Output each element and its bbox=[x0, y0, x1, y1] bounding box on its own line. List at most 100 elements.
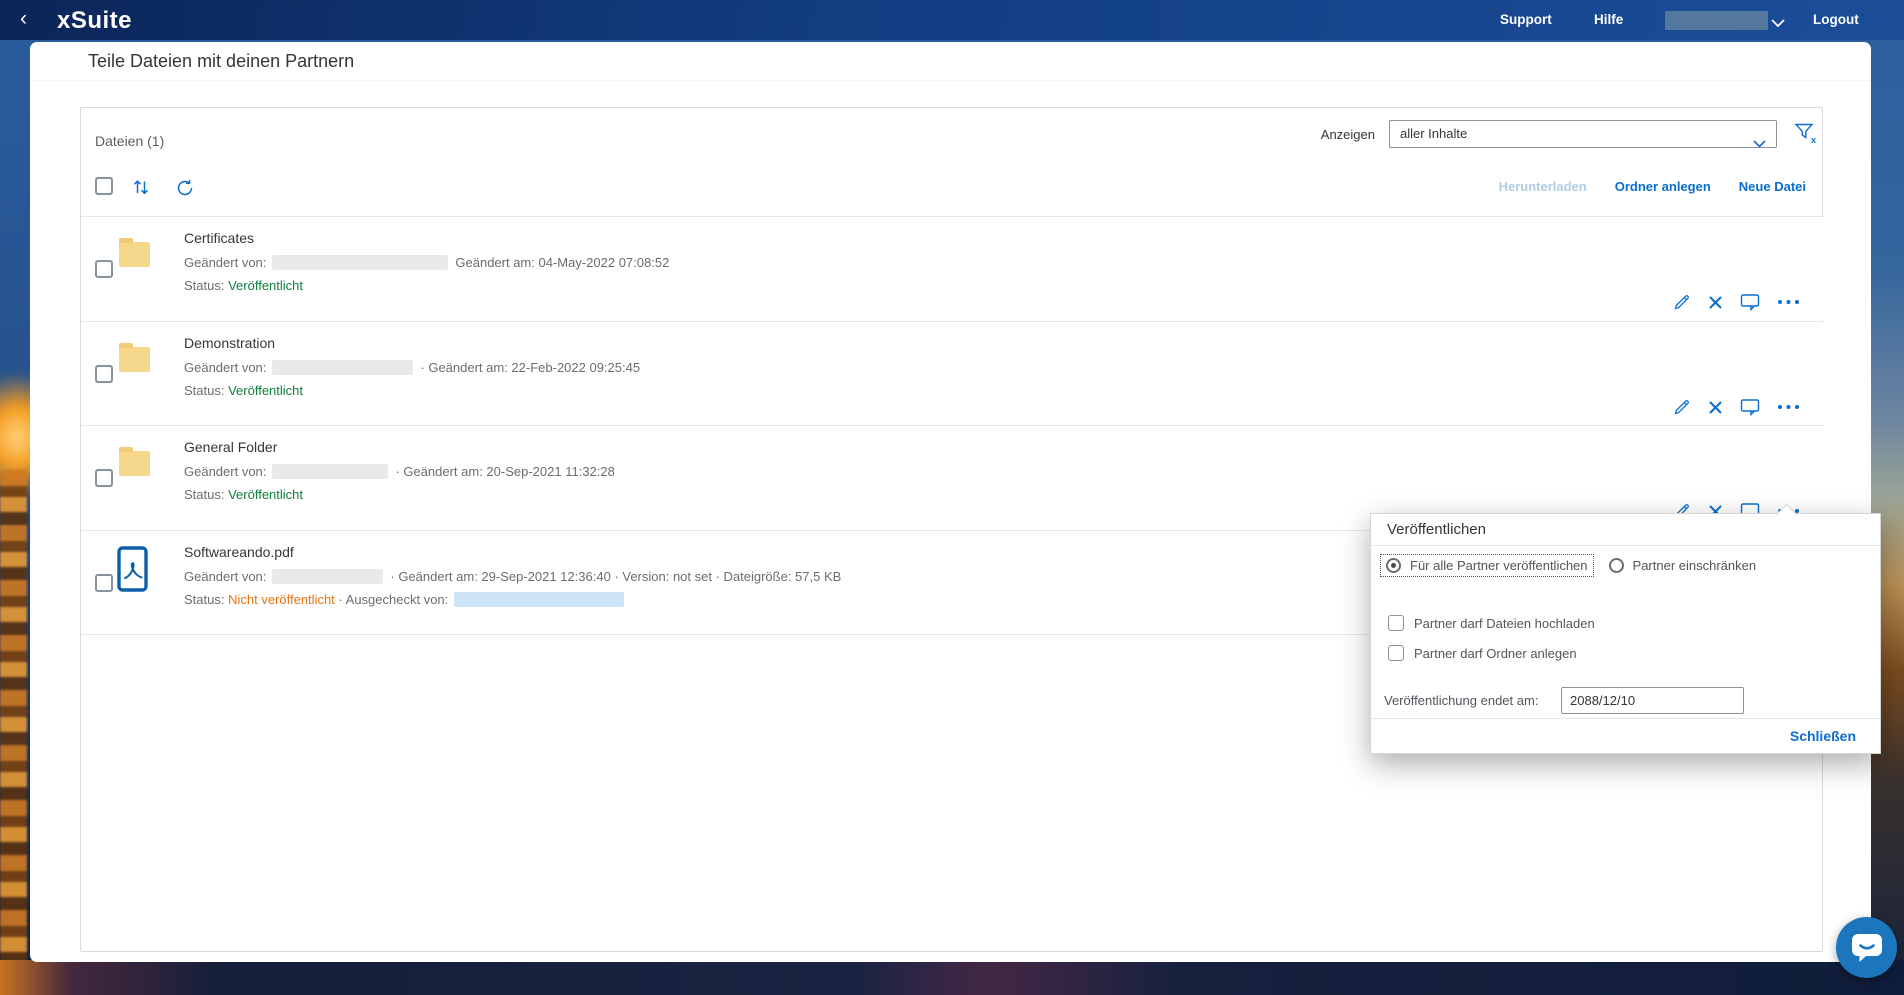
content-filter-value: aller Inhalte bbox=[1400, 126, 1467, 141]
background-bottom-strip bbox=[0, 960, 1904, 995]
modified-date: · Geändert am: 20-Sep-2021 11:32:28 bbox=[395, 464, 614, 479]
table-row[interactable]: Demonstration Geändert von: · Geändert am… bbox=[81, 321, 1824, 425]
file-status: Status: Nicht veröffentlicht · Ausgechec… bbox=[184, 592, 631, 607]
chevron-down-icon[interactable] bbox=[1771, 15, 1785, 33]
radio-restrict-partners-label: Partner einschränken bbox=[1633, 558, 1757, 573]
more-ellipsis-icon[interactable] bbox=[1777, 299, 1800, 305]
shell-bar: ‹ xSuite Support Hilfe Logout bbox=[0, 0, 1904, 40]
hilfe-link[interactable]: Hilfe bbox=[1594, 12, 1623, 27]
modified-by-label: Geändert von: bbox=[184, 255, 266, 270]
svg-text:x: x bbox=[1811, 135, 1816, 145]
new-file-button[interactable]: Neue Datei bbox=[1739, 179, 1806, 194]
close-popover-button[interactable]: Schließen bbox=[1790, 728, 1856, 744]
file-name[interactable]: Certificates bbox=[184, 230, 254, 246]
publish-end-date-input[interactable] bbox=[1561, 687, 1744, 714]
publish-popover: Veröffentlichen Für alle Partner veröffe… bbox=[1370, 513, 1881, 754]
file-name[interactable]: Softwareando.pdf bbox=[184, 544, 294, 560]
file-name[interactable]: Demonstration bbox=[184, 335, 275, 351]
radio-all-partners[interactable]: Für alle Partner veröffentlichen bbox=[1381, 555, 1593, 576]
status-label: Status: bbox=[184, 278, 224, 293]
redacted-text bbox=[272, 255, 448, 270]
checked-out-label: · Ausgecheckt von: bbox=[338, 592, 448, 607]
modified-by-label: Geändert von: bbox=[184, 464, 266, 479]
clear-filter-icon[interactable]: x bbox=[1794, 122, 1818, 150]
comment-icon[interactable] bbox=[1740, 398, 1760, 416]
modified-date: Geändert am: 04-May-2022 07:08:52 bbox=[455, 255, 669, 270]
comment-icon[interactable] bbox=[1740, 293, 1760, 311]
sort-icon[interactable] bbox=[131, 177, 151, 202]
folder-icon bbox=[119, 242, 150, 267]
partner-folder-label: Partner darf Ordner anlegen bbox=[1414, 646, 1577, 661]
partner-folder-checkbox-row[interactable]: Partner darf Ordner anlegen bbox=[1388, 645, 1577, 661]
row-actions bbox=[1673, 398, 1800, 416]
content-filter-select[interactable]: aller Inhalte bbox=[1389, 120, 1777, 148]
row-checkbox[interactable] bbox=[95, 469, 113, 487]
list-actions: Herunterladen Ordner anlegen Neue Datei bbox=[1499, 179, 1806, 194]
row-checkbox[interactable] bbox=[95, 365, 113, 383]
status-value: Veröffentlicht bbox=[228, 278, 303, 293]
file-name[interactable]: General Folder bbox=[184, 439, 277, 455]
edit-pencil-icon[interactable] bbox=[1673, 293, 1691, 311]
file-meta: Geändert von: Geändert am: 04-May-2022 07… bbox=[184, 255, 669, 270]
publish-scope-radio-group: Für alle Partner veröffentlichen Partner… bbox=[1381, 555, 1756, 576]
status-value: Veröffentlicht bbox=[228, 383, 303, 398]
edit-pencil-icon[interactable] bbox=[1673, 398, 1691, 416]
redacted-text bbox=[454, 592, 624, 607]
radio-all-partners-label: Für alle Partner veröffentlichen bbox=[1410, 558, 1588, 573]
status-value: Veröffentlicht bbox=[228, 487, 303, 502]
create-folder-button[interactable]: Ordner anlegen bbox=[1615, 179, 1711, 194]
table-row[interactable]: Certificates Geändert von: Geändert am: 0… bbox=[81, 216, 1824, 320]
checkbox-icon[interactable] bbox=[1388, 645, 1404, 661]
chevron-down-icon bbox=[1753, 131, 1766, 157]
title-divider bbox=[30, 80, 1871, 81]
chat-launcher-button[interactable] bbox=[1836, 917, 1897, 978]
redacted-text bbox=[272, 360, 413, 375]
page-title: Teile Dateien mit deinen Partnern bbox=[88, 51, 354, 72]
publish-end-date-label: Veröffentlichung endet am: bbox=[1384, 693, 1538, 708]
more-ellipsis-icon[interactable] bbox=[1777, 404, 1800, 410]
status-label: Status: bbox=[184, 383, 224, 398]
file-status: Status: Veröffentlicht bbox=[184, 383, 303, 398]
delete-x-icon[interactable] bbox=[1708, 400, 1723, 415]
xsuite-logo: xSuite bbox=[57, 7, 132, 35]
screen: ‹ xSuite Support Hilfe Logout Teile Date… bbox=[0, 0, 1904, 995]
status-value: Nicht veröffentlicht bbox=[228, 592, 335, 607]
status-label: Status: bbox=[184, 592, 224, 607]
refresh-icon[interactable] bbox=[175, 178, 195, 203]
logout-link[interactable]: Logout bbox=[1813, 12, 1859, 27]
popover-title: Veröffentlichen bbox=[1387, 514, 1486, 545]
modified-by-label: Geändert von: bbox=[184, 360, 266, 375]
folder-icon bbox=[119, 451, 150, 476]
support-link[interactable]: Support bbox=[1500, 12, 1552, 27]
modified-date: · Geändert am: 29-Sep-2021 12:36:40 · Ve… bbox=[390, 569, 841, 584]
checkbox-icon[interactable] bbox=[1388, 615, 1404, 631]
partner-upload-label: Partner darf Dateien hochladen bbox=[1414, 616, 1595, 631]
user-menu-redacted[interactable] bbox=[1665, 11, 1768, 30]
radio-unselected-icon[interactable] bbox=[1609, 558, 1624, 573]
popover-title-divider bbox=[1371, 545, 1880, 546]
row-actions bbox=[1673, 293, 1800, 311]
select-all-checkbox[interactable] bbox=[95, 177, 113, 195]
redacted-text bbox=[272, 569, 383, 584]
file-status: Status: Veröffentlicht bbox=[184, 278, 303, 293]
delete-x-icon[interactable] bbox=[1708, 295, 1723, 310]
popover-footer-divider bbox=[1371, 718, 1880, 719]
back-chevron-icon[interactable]: ‹ bbox=[20, 7, 27, 31]
status-label: Status: bbox=[184, 487, 224, 502]
files-count-label: Dateien (1) bbox=[95, 133, 164, 149]
folder-icon bbox=[119, 347, 150, 372]
background-water-reflection bbox=[0, 470, 27, 995]
radio-restrict-partners[interactable]: Partner einschränken bbox=[1609, 558, 1757, 573]
redacted-text bbox=[272, 464, 388, 479]
anzeigen-label: Anzeigen bbox=[1321, 127, 1375, 142]
pdf-file-icon bbox=[117, 546, 148, 597]
partner-upload-checkbox-row[interactable]: Partner darf Dateien hochladen bbox=[1388, 615, 1595, 631]
row-checkbox[interactable] bbox=[95, 260, 113, 278]
radio-selected-icon[interactable] bbox=[1386, 558, 1401, 573]
file-meta: Geändert von:· Geändert am: 29-Sep-2021 … bbox=[184, 569, 841, 584]
row-checkbox[interactable] bbox=[95, 574, 113, 592]
modified-date: · Geändert am: 22-Feb-2022 09:25:45 bbox=[420, 360, 640, 375]
content-card: Teile Dateien mit deinen Partnern Dateie… bbox=[30, 42, 1871, 962]
chat-bubble-icon bbox=[1850, 932, 1884, 964]
download-button[interactable]: Herunterladen bbox=[1499, 179, 1587, 194]
